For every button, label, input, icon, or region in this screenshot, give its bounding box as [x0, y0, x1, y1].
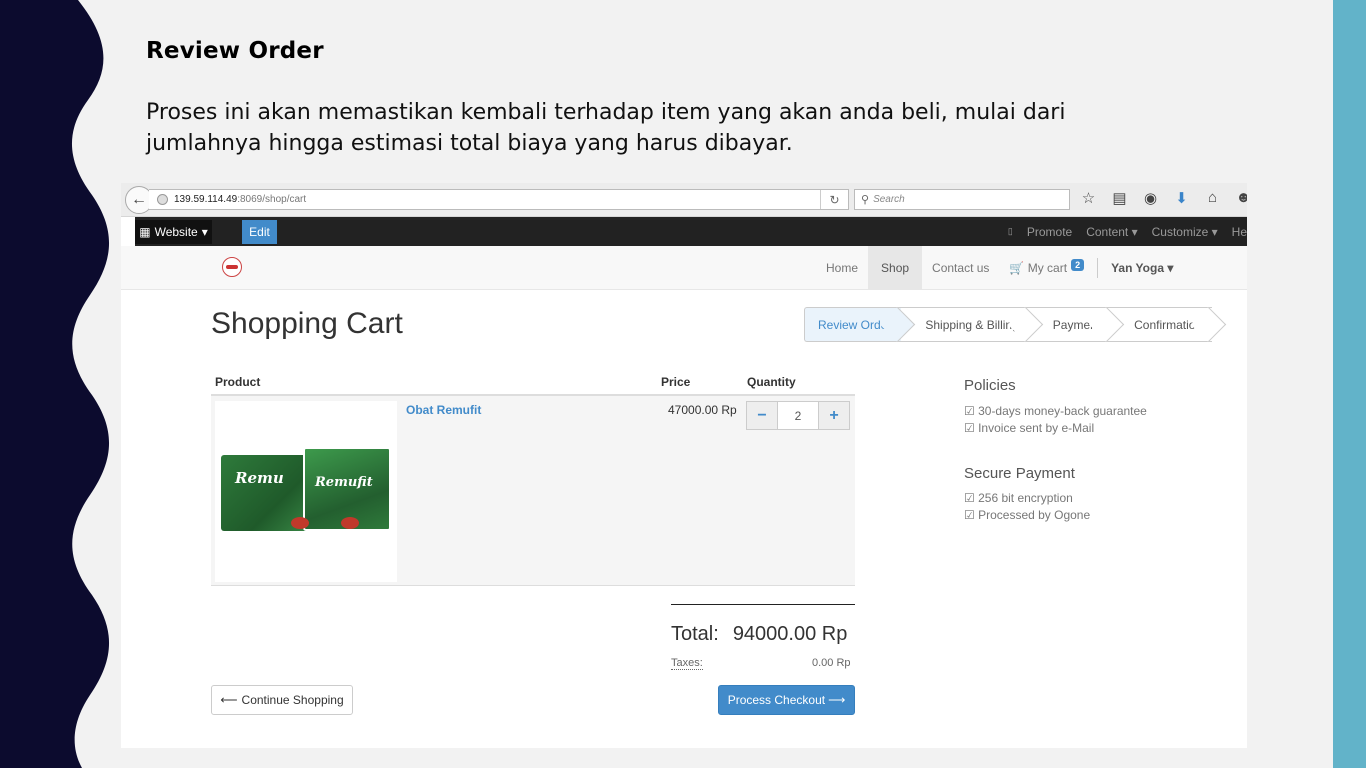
search-icon: ⚲: [861, 194, 870, 206]
caret-down-icon: ▾: [1167, 260, 1174, 275]
user-name: Yan Yoga: [1111, 260, 1164, 275]
secure-payment-heading: Secure Payment: [964, 465, 1075, 482]
process-checkout-label: Process Checkout: [727, 693, 826, 707]
checkout-steps: Review Order Shipping & Billing Payment …: [804, 307, 1213, 342]
total-label: Total:: [671, 623, 719, 645]
nav-cart-label: My cart: [1027, 260, 1068, 275]
step-shipping-billing[interactable]: Shipping & Billing: [901, 307, 1029, 342]
odoo-admin-bar: ▦ Website ▾ Edit ▯ Promote Content ▾ Cus…: [135, 217, 1247, 246]
package-brand-text-left: Remu: [235, 468, 284, 487]
url-path: :8069/shop/cart: [237, 194, 307, 205]
order-total: Total: 94000.00 Rp: [671, 623, 847, 646]
help-menu[interactable]: He: [1232, 225, 1247, 239]
header-price: Price: [661, 375, 691, 389]
policy-item: ☑ Invoice sent by e-Mail: [964, 421, 1095, 435]
pocket-icon[interactable]: ◉: [1141, 189, 1160, 207]
url-host: 139.59.114.49: [174, 194, 238, 205]
slide-title: Review Order: [146, 38, 324, 64]
arrow-left-icon: ⟵: [220, 693, 238, 707]
table-row: Remu Remufit Obat Remufit 47000.00 Rp − …: [211, 396, 855, 586]
download-icon[interactable]: ⬇: [1172, 189, 1191, 207]
step-confirmation[interactable]: Confirmation: [1110, 307, 1213, 342]
total-value: 94000.00 Rp: [732, 623, 848, 645]
slide-accent-bar: [1333, 0, 1366, 768]
home-icon[interactable]: ⌂: [1203, 189, 1222, 207]
arrow-right-icon: ⟶: [828, 693, 846, 707]
header-product: Product: [215, 375, 261, 389]
caret-down-icon: ▾: [201, 225, 208, 239]
shop-cart-screenshot: ← 139.59.114.49:8069/shop/cart ↻ ⚲ Searc…: [121, 183, 1247, 748]
nav-my-cart[interactable]: 🛒 My cart 2: [999, 246, 1094, 289]
site-nav-menu: Home Shop Contact us 🛒 My cart 2 Yan Yoga…: [816, 246, 1183, 289]
content-menu[interactable]: Content ▾: [1086, 225, 1137, 239]
address-bar[interactable]: 139.59.114.49:8069/shop/cart ↻: [149, 189, 849, 210]
product-package-illustration: Remu Remufit: [221, 446, 391, 537]
edit-button[interactable]: Edit: [242, 220, 277, 244]
cart-table: Product Price Quantity Remu Remufit Obat…: [211, 369, 855, 586]
reading-list-icon[interactable]: ▤: [1110, 189, 1129, 207]
payment-item: ☑ Processed by Ogone: [964, 508, 1091, 522]
user-menu[interactable]: Yan Yoga ▾: [1103, 246, 1183, 289]
slide-body-text: Proses ini akan memastikan kembali terha…: [146, 100, 1066, 156]
payment-item: ☑ 256 bit encryption: [964, 491, 1073, 505]
browser-toolbar: ← 139.59.114.49:8069/shop/cart ↻ ⚲ Searc…: [121, 183, 1247, 217]
plus-icon[interactable]: +: [819, 402, 849, 429]
odoo-bar-menu: ▯ Promote Content ▾ Customize ▾ He: [1008, 217, 1247, 246]
cart-icon: 🛒: [1009, 260, 1025, 275]
minus-icon[interactable]: −: [747, 402, 777, 429]
package-brand-text-right: Remufit: [315, 474, 373, 490]
site-logo[interactable]: [222, 257, 242, 277]
chat-icon[interactable]: ☻: [1234, 189, 1247, 207]
reload-icon[interactable]: ↻: [820, 190, 848, 209]
cart-count-badge: 2: [1071, 258, 1085, 271]
policies-heading: Policies: [964, 377, 1016, 394]
bookmark-star-icon[interactable]: ☆: [1079, 189, 1098, 207]
grid-icon: ▦: [139, 225, 151, 239]
browser-search-input[interactable]: ⚲ Search: [854, 189, 1070, 210]
quantity-input[interactable]: 2: [777, 402, 819, 429]
process-checkout-button[interactable]: Process Checkout ⟶: [718, 685, 855, 715]
nav-divider: [1097, 257, 1099, 278]
site-navbar: Home Shop Contact us 🛒 My cart 2 Yan Yoga…: [121, 246, 1247, 290]
taxes-value: 0.00 Rp: [812, 657, 851, 669]
website-menu-label: Website: [154, 225, 198, 239]
total-divider: [671, 604, 855, 605]
page-title: Shopping Cart: [211, 307, 403, 340]
nav-shop[interactable]: Shop: [868, 246, 923, 289]
table-header: Product Price Quantity: [211, 369, 855, 396]
slide-wave-decoration: [0, 0, 110, 768]
browser-toolbar-icons: ☆ ▤ ◉ ⬇ ⌂ ☻: [1079, 189, 1247, 207]
customize-menu-label: Customize: [1151, 224, 1209, 239]
product-price: 47000.00 Rp: [668, 403, 737, 417]
mobile-preview-icon[interactable]: ▯: [1008, 226, 1013, 237]
content-menu-label: Content: [1086, 224, 1129, 239]
nav-home[interactable]: Home: [816, 246, 868, 289]
search-placeholder: Search: [873, 194, 905, 205]
website-menu-button[interactable]: ▦ Website ▾: [135, 220, 212, 244]
header-quantity: Quantity: [747, 375, 796, 389]
product-image[interactable]: Remu Remufit: [215, 401, 397, 582]
nav-contact[interactable]: Contact us: [922, 246, 999, 289]
continue-shopping-button[interactable]: ⟵ Continue Shopping: [211, 685, 353, 715]
step-review-order[interactable]: Review Order: [804, 307, 902, 342]
promote-menu[interactable]: Promote: [1027, 225, 1072, 239]
product-name-link[interactable]: Obat Remufit: [406, 403, 481, 417]
customize-menu[interactable]: Customize ▾: [1152, 225, 1218, 239]
continue-shopping-label: Continue Shopping: [241, 693, 344, 707]
globe-icon: [157, 194, 168, 205]
policy-item: ☑ 30-days money-back guarantee: [964, 404, 1147, 418]
taxes-label: Taxes:: [671, 657, 703, 670]
quantity-stepper: − 2 +: [746, 401, 850, 430]
